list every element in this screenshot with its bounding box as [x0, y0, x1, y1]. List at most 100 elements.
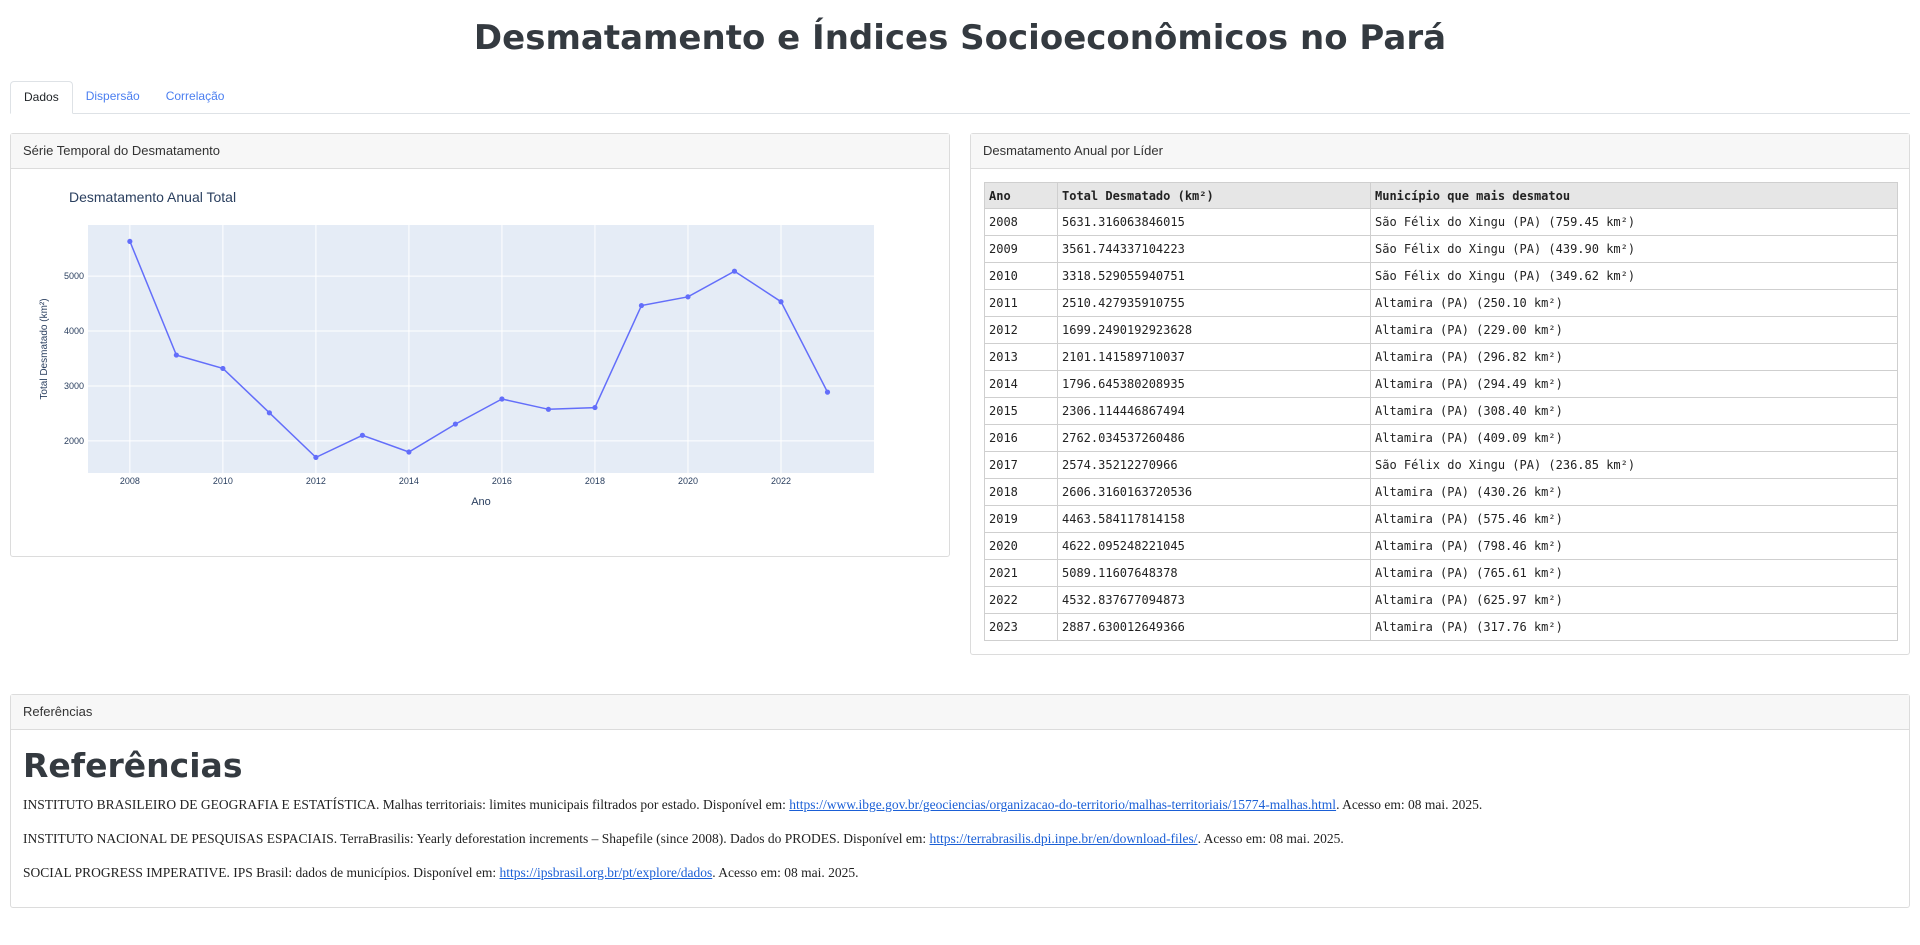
y-axis-label: Total Desmatado (km²) [39, 298, 50, 399]
x-tick-label: 2014 [399, 476, 419, 486]
data-point[interactable] [731, 268, 738, 274]
reference-access-date: . Acesso em: 08 mai. 2025. [1197, 831, 1344, 846]
table-row: 2020 4622.095248221045 Altamira (PA) (798.… [984, 532, 1898, 560]
cell-municipio: Altamira (PA) (250.10 km²) [1370, 289, 1898, 317]
cell-total: 4622.095248221045 [1057, 532, 1371, 560]
data-point[interactable] [220, 365, 226, 372]
cell-ano: 2017 [984, 451, 1058, 479]
y-tick-label: 5000 [64, 271, 84, 281]
cell-total: 3561.744337104223 [1057, 235, 1371, 263]
x-axis-label: Ano [471, 496, 491, 508]
tab-correlacao[interactable]: Correlação [153, 81, 238, 112]
table-row: 2009 3561.744337104223 São Félix do Xingu … [984, 235, 1898, 263]
column-header-total: Total Desmatado (km²) [1057, 182, 1371, 209]
data-point[interactable] [313, 454, 319, 460]
data-point[interactable] [406, 449, 412, 455]
reference-item: INSTITUTO NACIONAL DE PESQUISAS ESPACIAI… [23, 822, 1897, 856]
table-row: 2017 2574.35212270966 São Félix do Xingu (… [984, 451, 1898, 479]
data-point[interactable] [499, 396, 505, 402]
references-card-header: Referências [11, 695, 1909, 730]
data-point[interactable] [266, 410, 272, 416]
cell-total: 2510.427935910755 [1057, 289, 1371, 317]
references-heading: Referências [23, 746, 243, 785]
table-row: 2012 1699.2490192923628 Altamira (PA) (229… [984, 316, 1898, 344]
table-row: 2021 5089.11607648378 Altamira (PA) (765.6… [984, 559, 1898, 587]
cell-municipio: Altamira (PA) (317.76 km²) [1370, 613, 1898, 641]
x-tick-label: 2008 [120, 476, 140, 486]
table-row: 2010 3318.529055940751 São Félix do Xingu … [984, 262, 1898, 290]
x-tick-label: 2012 [306, 476, 326, 486]
cell-municipio: Altamira (PA) (798.46 km²) [1370, 532, 1898, 560]
cell-municipio: Altamira (PA) (296.82 km²) [1370, 343, 1898, 371]
cell-municipio: Altamira (PA) (765.61 km²) [1370, 559, 1898, 587]
table-row: 2014 1796.645380208935 Altamira (PA) (294.… [984, 370, 1898, 398]
cell-municipio: Altamira (PA) (430.26 km²) [1370, 478, 1898, 506]
cell-municipio: São Félix do Xingu (PA) (236.85 km²) [1370, 451, 1898, 479]
x-tick-label: 2018 [585, 476, 605, 486]
reference-access-date: . Acesso em: 08 mai. 2025. [1336, 797, 1483, 812]
cell-ano: 2014 [984, 370, 1058, 398]
data-point[interactable] [824, 389, 831, 395]
data-point[interactable] [359, 432, 366, 438]
reference-text: INSTITUTO NACIONAL DE PESQUISAS ESPACIAI… [23, 831, 930, 846]
cell-total: 1796.645380208935 [1057, 370, 1371, 398]
cell-total: 4463.584117814158 [1057, 505, 1371, 533]
references-body: Referências INSTITUTO BRASILEIRO DE GEOG… [11, 746, 1909, 890]
reference-link-inpe[interactable]: https://terrabrasilis.dpi.inpe.br/en/dow… [929, 831, 1197, 846]
table-card: Desmatamento Anual por Líder Ano Total D… [970, 133, 1910, 655]
cell-ano: 2020 [984, 532, 1058, 560]
page-title: Desmatamento e Índices Socioeconômicos n… [473, 18, 1447, 58]
reference-text: INSTITUTO BRASILEIRO DE GEOGRAFIA E ESTA… [23, 797, 790, 812]
reference-item: INSTITUTO BRASILEIRO DE GEOGRAFIA E ESTA… [23, 788, 1897, 822]
reference-link-ibge[interactable]: https://www.ibge.gov.br/geociencias/orga… [789, 797, 1336, 812]
cell-total: 2101.141589710037 [1057, 343, 1371, 371]
data-point[interactable] [638, 302, 645, 309]
data-point[interactable] [127, 238, 133, 245]
table-row: 2016 2762.034537260486 Altamira (PA) (409.… [984, 424, 1898, 452]
cell-total: 2887.630012649366 [1057, 613, 1371, 641]
data-point[interactable] [173, 352, 179, 358]
data-point[interactable] [452, 421, 459, 427]
data-point[interactable] [592, 404, 598, 411]
table-row: 2022 4532.837677094873 Altamira (PA) (625.… [984, 586, 1898, 614]
cell-ano: 2016 [984, 424, 1058, 452]
table-body: 2008 5631.316063846015 São Félix do Xingu … [984, 208, 1898, 641]
cell-municipio: São Félix do Xingu (PA) (349.62 km²) [1370, 262, 1898, 290]
reference-link-ips[interactable]: https://ipsbrasil.org.br/pt/explore/dado… [500, 865, 713, 880]
table-header-row: Ano Total Desmatado (km²) Município que … [984, 182, 1898, 209]
cell-municipio: Altamira (PA) (308.40 km²) [1370, 397, 1898, 425]
cell-total: 2606.3160163720536 [1057, 478, 1371, 506]
cell-total: 2574.35212270966 [1057, 451, 1371, 479]
cell-ano: 2012 [984, 316, 1058, 344]
cell-ano: 2011 [984, 289, 1058, 317]
column-header-ano: Ano [984, 182, 1058, 209]
plot-area [88, 225, 874, 473]
cell-total: 1699.2490192923628 [1057, 316, 1371, 344]
data-point[interactable] [778, 299, 784, 305]
cell-municipio: Altamira (PA) (229.00 km²) [1370, 316, 1898, 344]
table-card-header: Desmatamento Anual por Líder [971, 134, 1909, 169]
cell-municipio: Altamira (PA) (294.49 km²) [1370, 370, 1898, 398]
chart-card-header: Série Temporal do Desmatamento [11, 134, 949, 169]
reference-text: SOCIAL PROGRESS IMPERATIVE. IPS Brasil: … [23, 865, 500, 880]
page: Desmatamento e Índices Socioeconômicos n… [0, 0, 1920, 945]
cell-ano: 2018 [984, 478, 1058, 506]
cell-total: 4532.837677094873 [1057, 586, 1371, 614]
cell-ano: 2022 [984, 586, 1058, 614]
table-row: 2018 2606.3160163720536 Altamira (PA) (430… [984, 478, 1898, 506]
x-tick-label: 2020 [678, 476, 698, 486]
cell-total: 5089.11607648378 [1057, 559, 1371, 587]
y-tick-label: 4000 [64, 326, 84, 336]
line-chart[interactable]: Desmatamento Anual Total 2008 2010 2012 201… [11, 168, 949, 556]
tab-dados[interactable]: Dados [10, 81, 73, 114]
tab-dispersao[interactable]: Dispersão [73, 81, 153, 112]
cell-total: 2762.034537260486 [1057, 424, 1371, 452]
data-point[interactable] [685, 294, 691, 300]
data-point[interactable] [545, 406, 552, 412]
references-card: Referências Referências INSTITUTO BRASIL… [10, 694, 1910, 908]
chart-card: Série Temporal do Desmatamento Desmatame… [10, 133, 950, 557]
cell-ano: 2010 [984, 262, 1058, 290]
reference-item: SOCIAL PROGRESS IMPERATIVE. IPS Brasil: … [23, 856, 1897, 890]
cell-municipio: São Félix do Xingu (PA) (759.45 km²) [1370, 208, 1898, 236]
cell-municipio: Altamira (PA) (625.97 km²) [1370, 586, 1898, 614]
